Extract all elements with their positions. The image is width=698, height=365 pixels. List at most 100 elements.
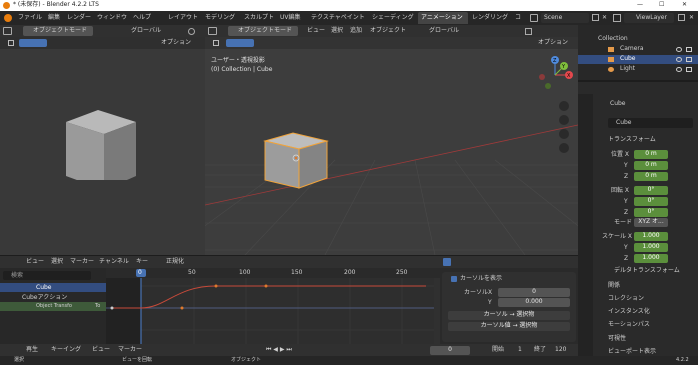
snap-icon[interactable]: [525, 28, 532, 35]
mode-selector[interactable]: オブジェクトモード: [228, 26, 298, 36]
fcurve-area[interactable]: [106, 278, 434, 344]
zoom-icon[interactable]: [559, 101, 569, 111]
select-mode-icon[interactable]: [226, 39, 254, 47]
scale-z-field[interactable]: 1.000: [634, 254, 668, 263]
menu-marker[interactable]: マーカー: [70, 259, 94, 265]
minimize-button[interactable]: —: [637, 2, 643, 8]
viewlayer-copy-icon[interactable]: [678, 14, 685, 21]
channel-transform[interactable]: Object Transfo To: [0, 302, 106, 311]
tab-rendering[interactable]: レンダリング: [472, 15, 508, 21]
scene-selector[interactable]: Scene: [541, 13, 589, 23]
outliner-item-camera[interactable]: Camera: [578, 45, 698, 54]
outliner-item-cube[interactable]: Cube: [578, 55, 698, 64]
collection-row[interactable]: Collection: [578, 35, 698, 44]
camera-view-icon[interactable]: [559, 129, 569, 139]
normalize-toggle[interactable]: 正規化: [166, 259, 184, 265]
tab-texture-paint[interactable]: テクスチャペイント: [311, 15, 365, 21]
rotation-y-field[interactable]: 0°: [634, 197, 668, 206]
graph-editor[interactable]: ビュー 選択 マーカー チャンネル キー 正規化 検索 Cube Cubeアクシ…: [0, 256, 440, 344]
section-motion-paths[interactable]: モーションパス: [608, 322, 650, 328]
mode-selector[interactable]: オブジェクトモード: [23, 26, 93, 36]
menu-help[interactable]: ヘルプ: [133, 15, 151, 21]
render-camera-icon[interactable]: [686, 47, 692, 52]
render-camera-icon[interactable]: [686, 67, 692, 72]
menu-view[interactable]: ビュー: [307, 28, 325, 34]
pivot-icon[interactable]: [188, 28, 195, 35]
menu-select[interactable]: 選択: [331, 28, 343, 34]
channel-cube[interactable]: Cube: [0, 283, 106, 292]
play-icon[interactable]: [8, 40, 14, 46]
current-frame-indicator[interactable]: 0: [136, 269, 146, 277]
cursor-value-to-selected-button[interactable]: カーソル値 → 選択物: [448, 322, 570, 331]
menu-playback[interactable]: 再生: [26, 347, 38, 353]
transform-orientation[interactable]: グローバル: [131, 28, 161, 34]
section-collections[interactable]: コレクション: [608, 296, 644, 302]
tab-animation[interactable]: アニメーション: [418, 12, 468, 24]
menu-marker[interactable]: マーカー: [118, 347, 142, 353]
rotation-x-field[interactable]: 0°: [634, 186, 668, 195]
render-camera-icon[interactable]: [686, 57, 692, 62]
end-value[interactable]: 120: [555, 347, 566, 353]
pan-hand-icon[interactable]: [559, 115, 569, 125]
play-icon[interactable]: [213, 40, 219, 46]
cursor-y-field[interactable]: 0.000: [498, 298, 570, 307]
section-visibility[interactable]: 可視性: [608, 336, 626, 342]
menu-window[interactable]: ウィンドウ: [97, 15, 127, 21]
editor-type-icon[interactable]: [208, 27, 217, 35]
scene-close-icon[interactable]: ✕: [602, 15, 607, 21]
menu-add[interactable]: 追加: [350, 28, 362, 34]
current-frame-field[interactable]: 0: [430, 346, 470, 355]
menu-select[interactable]: 選択: [51, 259, 63, 265]
visibility-eye-icon[interactable]: [676, 67, 682, 72]
location-z-field[interactable]: 0 m: [634, 172, 668, 181]
menu-view[interactable]: ビュー: [92, 347, 110, 353]
frame-ruler[interactable]: 0 50 100 150 200 250: [106, 268, 440, 278]
options-dropdown[interactable]: オプション: [535, 39, 575, 47]
visibility-eye-icon[interactable]: [676, 47, 682, 52]
editor-type-icon[interactable]: [3, 27, 12, 35]
visibility-eye-icon[interactable]: [676, 57, 682, 62]
menu-key[interactable]: キー: [136, 259, 148, 265]
navigation-gizmo[interactable]: X Z Y: [535, 55, 575, 95]
playback-controls[interactable]: ⏮ ◀ ▶ ⏭: [266, 347, 292, 353]
menu-keying[interactable]: キーイング: [51, 347, 81, 353]
section-instancing[interactable]: インスタンス化: [608, 309, 650, 315]
section-delta-transform[interactable]: デルタトランスフォーム: [614, 268, 680, 274]
cube-object[interactable]: [263, 128, 333, 190]
channel-action[interactable]: Cubeアクション: [0, 293, 106, 302]
channel-search[interactable]: 検索: [3, 271, 91, 280]
outliner-item-light[interactable]: Light: [578, 65, 698, 74]
menu-channel[interactable]: チャンネル: [99, 259, 129, 265]
close-button[interactable]: ✕: [682, 2, 687, 8]
cursor-to-selected-button[interactable]: カーソル → 選択物: [448, 311, 570, 320]
object-name-field[interactable]: Cube: [608, 118, 693, 128]
tab-sculpt[interactable]: スカルプト: [244, 15, 274, 21]
scale-x-field[interactable]: 1.000: [634, 232, 668, 241]
options-dropdown[interactable]: オプション: [158, 39, 198, 47]
rotation-z-field[interactable]: 0°: [634, 208, 668, 217]
main-viewport[interactable]: オブジェクトモード ビュー 選択 追加 オブジェクト グローバル オプション ユ…: [205, 25, 578, 255]
menu-view[interactable]: ビュー: [26, 259, 44, 265]
viewlayer-selector[interactable]: ViewLayer: [624, 13, 674, 23]
tab-uv[interactable]: UV編集: [280, 15, 301, 21]
transform-orientation[interactable]: グローバル: [429, 28, 459, 34]
menu-edit[interactable]: 編集: [48, 15, 60, 21]
section-relations[interactable]: 関係: [608, 283, 620, 289]
show-cursor-checkbox[interactable]: [451, 276, 457, 282]
rotation-mode-dropdown[interactable]: XYZ オ...: [634, 218, 668, 227]
menu-file[interactable]: ファイル: [18, 15, 42, 21]
start-value[interactable]: 1: [518, 347, 522, 353]
tab-layout[interactable]: レイアウト: [168, 15, 198, 21]
maximize-button[interactable]: ☐: [659, 2, 664, 8]
ortho-grid-icon[interactable]: [559, 143, 569, 153]
cursor-tool-icon[interactable]: [443, 258, 451, 266]
select-mode-icon[interactable]: [19, 39, 47, 47]
menu-render[interactable]: レンダー: [67, 15, 91, 21]
location-x-field[interactable]: 0 m: [634, 150, 668, 159]
scale-y-field[interactable]: 1.000: [634, 243, 668, 252]
tab-modeling[interactable]: モデリング: [205, 15, 235, 21]
cursor-x-field[interactable]: 0: [498, 288, 570, 297]
section-viewport-display[interactable]: ビューポート表示: [608, 349, 656, 355]
menu-object[interactable]: オブジェクト: [370, 28, 406, 34]
left-viewport[interactable]: オブジェクトモード グローバル オプション: [0, 25, 205, 255]
